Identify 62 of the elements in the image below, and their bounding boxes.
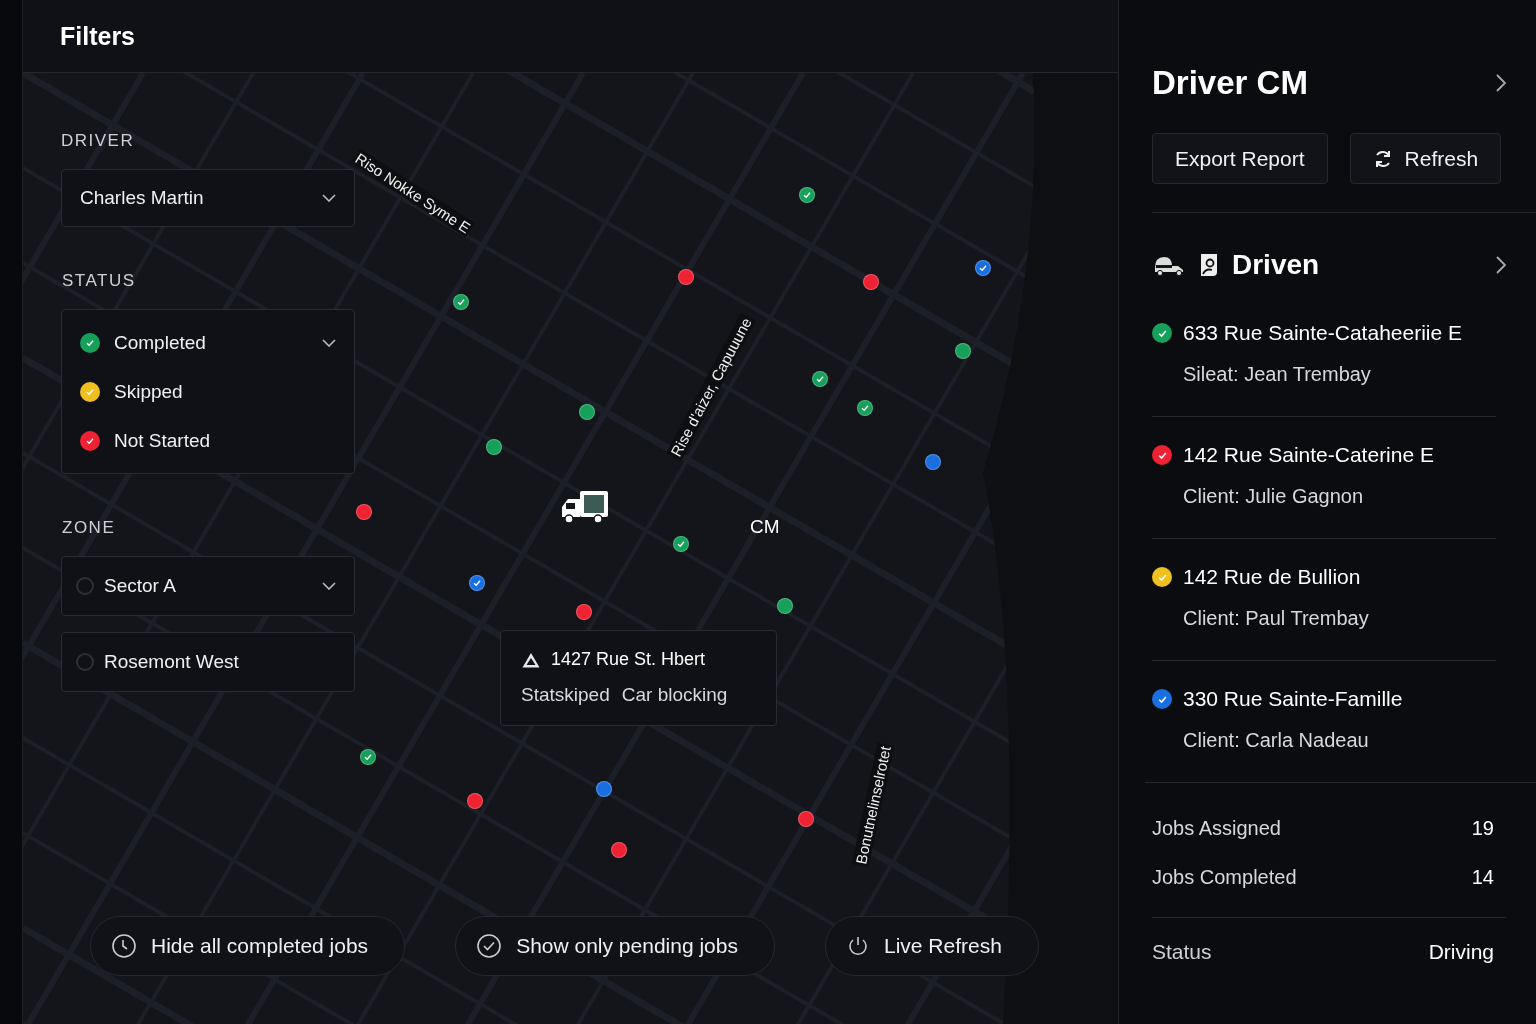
status-label: Status [1152,940,1212,964]
status-option-label: Skipped [114,380,184,403]
action-button[interactable]: Hide all completed jobs [90,916,406,976]
stat-value: 19 [1471,817,1494,840]
popup-address: 1427 Rue St. Hbert [551,649,706,670]
stat-label: Jobs Completed [1152,866,1297,889]
radio-button[interactable] [76,577,94,595]
action-button[interactable]: Live Refresh [824,916,1039,976]
chevron-down-icon [322,338,336,347]
job-client: Client: Julie Gagnon [1182,485,1365,508]
driver-map-label: CM [750,516,780,538]
status-label: STATUS [62,271,137,291]
popup-status: Statskiped [521,684,610,706]
status-option-label: Completed [114,331,207,354]
status-option-label: Not Started [114,429,212,452]
check-icon [472,578,482,588]
status-option[interactable]: Completed [80,318,336,367]
check-icon [363,752,373,762]
job-address: 142 Rue de Bullion [1183,565,1361,589]
job-address: 330 Rue Sainte-Famille [1183,687,1403,711]
chevron-down-icon [322,582,336,590]
job-address: 142 Rue Sainte-Caterine E [1183,443,1434,467]
popup-note: Car blocking [621,684,728,706]
check-icon [676,539,686,549]
driver-label: DRIVER [61,131,136,151]
chevron-down-icon [322,194,336,202]
zone-option[interactable]: Rosemont West [61,632,355,692]
chevron-right-icon[interactable] [1496,74,1506,92]
driver-title: Driver CM [1152,64,1308,102]
status-value: Driving [1428,940,1494,964]
job-item[interactable]: 330 Rue Sainte-Famille Client: Carla Nadeau [1145,661,1536,783]
status-option[interactable]: Not Started [80,416,336,465]
check-icon [978,263,988,273]
stat-value: 14 [1471,866,1494,889]
check-icon [815,374,825,384]
job-client: Client: Paul Trembay [1182,607,1370,630]
clock-icon [111,933,137,959]
status-option[interactable]: Skipped [80,367,336,416]
job-item[interactable]: 142 Rue de Bullion Client: Paul Trembay [1152,539,1496,661]
stat-label: Jobs Assigned [1152,817,1281,840]
job-client: Client: Carla Nadeau [1182,729,1370,752]
zone-label: ZONE [62,518,117,538]
check-icon [802,190,812,200]
check-circle-icon [476,933,503,959]
action-button[interactable]: Show only pending jobs [455,916,775,976]
job-address: 633 Rue Sainte-Cataheeriie E [1183,321,1462,345]
badge-icon [1198,253,1220,277]
check-icon [456,297,466,307]
panel-button[interactable]: Refresh [1349,133,1502,184]
filters-title: Filters [60,21,136,51]
driver-select[interactable]: Charles Martin [61,169,355,227]
panel-button[interactable]: Export Report [1152,133,1328,184]
job-client: Sileat: Jean Trembay [1182,363,1372,386]
zone-option[interactable]: Sector A [61,556,355,616]
job-item[interactable]: 142 Rue Sainte-Caterine E Client: Julie Gagnon [1152,417,1496,539]
chevron-right-icon[interactable] [1496,256,1506,274]
vehicle-icon [1152,254,1186,276]
radio-button[interactable] [76,653,94,671]
truck-icon [560,489,610,525]
check-icon [860,403,870,413]
job-item[interactable]: 633 Rue Sainte-Cataheeriie E Sileat: Jean Trembay [1152,295,1496,417]
section-title: Driven [1232,249,1321,281]
